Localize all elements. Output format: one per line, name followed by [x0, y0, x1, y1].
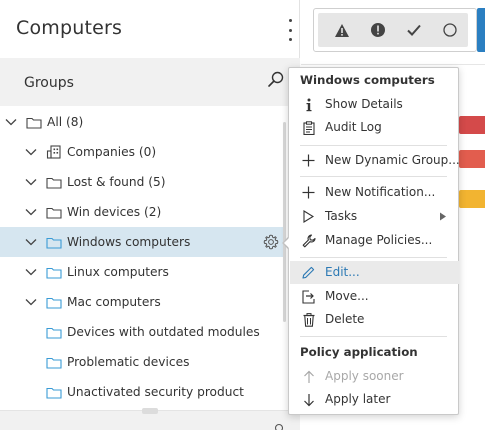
tree-item-label: Mac computers [67, 295, 161, 309]
chevron-down-icon[interactable] [24, 265, 38, 279]
tree-item-unactivated-security[interactable]: Unactivated security product [0, 377, 286, 407]
menu-separator [300, 257, 447, 258]
menu-caret-inner [284, 237, 290, 249]
menu-item-move[interactable]: Move... [290, 285, 459, 308]
search-icon[interactable] [266, 70, 286, 90]
folder-icon [46, 205, 62, 219]
tree-item-label: Companies (0) [67, 145, 157, 159]
more-options-icon[interactable] [284, 19, 296, 41]
status-bar-warning [459, 190, 485, 208]
left-panel: Computers Groups All (8) Companies (0) L… [0, 0, 300, 430]
menu-item-new-dynamic-group[interactable]: New Dynamic Group... [290, 149, 460, 172]
chevron-down-icon[interactable] [24, 205, 38, 219]
dynamic-folder-icon [46, 295, 62, 309]
tree-item-outdated-modules[interactable]: Devices with outdated modules [0, 317, 286, 347]
divider [301, 64, 485, 65]
building-icon [46, 145, 62, 159]
tree-item-label: Lost & found (5) [67, 175, 166, 189]
chevron-down-icon[interactable] [24, 295, 38, 309]
tree-item-linux-computers[interactable]: Linux computers [0, 257, 286, 287]
tree-item-label: Problematic devices [67, 355, 190, 369]
menu-item-show-details[interactable]: Show Details [290, 93, 459, 116]
tree-item-win-devices[interactable]: Win devices (2) [0, 197, 286, 227]
menu-item-tasks[interactable]: Tasks [290, 205, 459, 228]
search-icon[interactable] [273, 423, 283, 430]
status-bar-critical [459, 150, 485, 168]
chevron-down-icon[interactable] [24, 145, 38, 159]
status-bar-critical [459, 116, 485, 134]
tree-item-windows-computers[interactable]: Windows computers [0, 227, 286, 257]
plus-icon [301, 185, 316, 200]
tree-item-label: All (8) [47, 115, 84, 129]
dynamic-folder-icon [46, 325, 62, 339]
tree-item-all[interactable]: All (8) [0, 107, 286, 137]
menu-item-audit-log[interactable]: Audit Log [290, 116, 459, 139]
panel-footer [0, 408, 300, 430]
menu-separator [300, 336, 447, 337]
groups-tree: All (8) Companies (0) Lost & found (5) W… [0, 107, 286, 407]
folder-icon [46, 175, 62, 189]
exclamation-circle-icon[interactable] [368, 20, 388, 40]
arrow-up-icon [301, 369, 316, 384]
warning-triangle-icon[interactable] [332, 20, 352, 40]
status-filter-group [318, 13, 468, 47]
info-icon [301, 97, 316, 112]
wrench-icon [301, 233, 316, 248]
groups-header: Groups [0, 58, 300, 106]
chevron-right-icon [440, 212, 446, 221]
status-filter-toolbar [313, 8, 477, 52]
menu-item-manage-policies[interactable]: Manage Policies... [290, 229, 459, 252]
menu-item-new-notification[interactable]: New Notification... [290, 181, 459, 204]
menu-item-apply-later[interactable]: Apply later [290, 388, 459, 411]
resize-handle[interactable] [142, 408, 158, 414]
context-menu: Windows computers Show Details Audit Log… [288, 67, 460, 415]
tree-item-label: Linux computers [67, 265, 169, 279]
folder-icon [26, 115, 42, 129]
tree-item-label: Devices with outdated modules [67, 325, 260, 339]
clipboard-icon [301, 120, 316, 135]
check-icon[interactable] [404, 20, 424, 40]
dynamic-folder-icon [46, 385, 62, 399]
tree-scrollbar[interactable] [283, 122, 286, 322]
page-title: Computers [16, 17, 123, 39]
dynamic-folder-icon [46, 235, 62, 249]
gear-icon[interactable] [263, 234, 279, 250]
dynamic-folder-icon [46, 265, 62, 279]
pencil-icon [301, 265, 316, 280]
chevron-down-icon[interactable] [24, 235, 38, 249]
plus-icon [301, 153, 316, 168]
dynamic-folder-icon [46, 355, 62, 369]
chevron-down-icon[interactable] [24, 175, 38, 189]
tree-item-lost-found[interactable]: Lost & found (5) [0, 167, 286, 197]
tree-item-mac-computers[interactable]: Mac computers [0, 287, 286, 317]
tree-item-companies[interactable]: Companies (0) [0, 137, 286, 167]
primary-action-button[interactable] [477, 8, 485, 52]
move-icon [301, 289, 316, 304]
menu-section-title: Policy application [300, 345, 418, 359]
menu-item-edit[interactable]: Edit... [290, 261, 459, 284]
trash-icon [301, 312, 316, 327]
tree-item-label: Windows computers [67, 235, 191, 249]
menu-section-title: Windows computers [300, 73, 435, 87]
menu-item-delete[interactable]: Delete [290, 308, 459, 331]
circle-icon[interactable] [440, 20, 460, 40]
play-icon [301, 209, 316, 224]
tree-item-problematic-devices[interactable]: Problematic devices [0, 347, 286, 377]
groups-label: Groups [24, 75, 74, 91]
menu-separator [300, 145, 447, 146]
arrow-down-icon [301, 392, 316, 407]
tree-item-label: Unactivated security product [67, 385, 244, 399]
menu-separator [300, 176, 447, 177]
menu-item-apply-sooner[interactable]: Apply sooner [290, 365, 459, 388]
page-header: Computers [0, 0, 300, 58]
chevron-down-icon[interactable] [4, 115, 18, 129]
tree-item-label: Win devices (2) [67, 205, 162, 219]
